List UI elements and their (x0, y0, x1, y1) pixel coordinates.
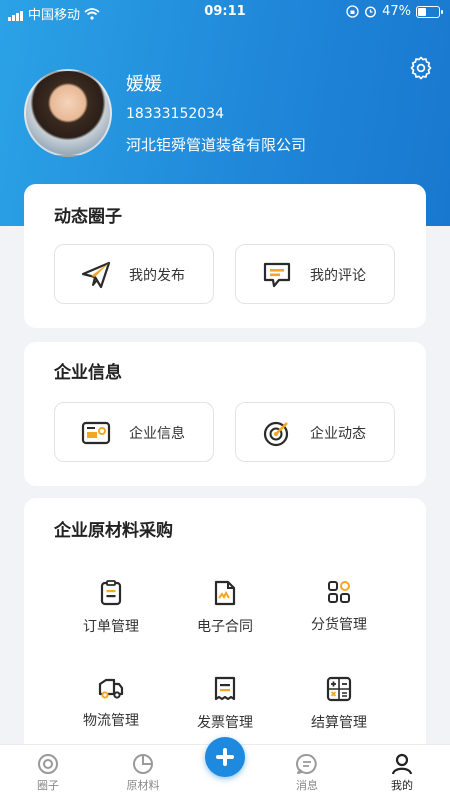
enterprise-card: 企业信息 企业信息 企业动态 (24, 342, 426, 486)
enterprise-news-label: 企业动态 (310, 426, 366, 442)
battery-percent: 47% (382, 4, 411, 19)
e-contract-label: 电子合同 (197, 619, 253, 635)
orientation-lock-icon (346, 5, 359, 18)
battery-icon (416, 5, 443, 18)
status-bar: 中国移动 09:11 47% (0, 0, 450, 24)
add-button[interactable] (205, 737, 245, 777)
user-company: 河北钜舜管道装备有限公司 (126, 136, 307, 154)
my-posts-label: 我的发布 (129, 268, 185, 284)
procurement-card: 企业原材料采购 订单管理 电子合同 分货管理 物流管理 发票管理 结算管理 (24, 498, 426, 758)
moments-card: 动态圈子 我的发布 我的评论 (24, 184, 426, 328)
enterprise-info-button[interactable]: 企业信息 (54, 402, 214, 462)
my-comments-label: 我的评论 (310, 268, 366, 284)
tab-circle[interactable]: 圈子 (8, 753, 88, 793)
circle-tab-icon (38, 754, 58, 774)
order-management-label: 订单管理 (83, 619, 139, 635)
tab-circle-label: 圈子 (37, 779, 59, 792)
order-management-item[interactable]: 订单管理 (51, 580, 171, 636)
truck-icon (98, 678, 124, 699)
user-phone: 18333152034 (126, 106, 224, 122)
enterprise-title: 企业信息 (54, 363, 122, 383)
my-posts-button[interactable]: 我的发布 (54, 244, 214, 304)
moments-title: 动态圈子 (54, 207, 122, 227)
tab-materials-label: 原材料 (126, 779, 160, 792)
avatar[interactable] (24, 69, 112, 157)
logistics-management-item[interactable]: 物流管理 (51, 676, 171, 730)
radar-icon (263, 421, 289, 447)
my-comments-button[interactable]: 我的评论 (235, 244, 395, 304)
enterprise-info-label: 企业信息 (129, 426, 185, 442)
invoice-management-item[interactable]: 发票管理 (165, 676, 285, 732)
tab-messages-label: 消息 (296, 779, 318, 792)
enterprise-news-button[interactable]: 企业动态 (235, 402, 395, 462)
invoice-management-label: 发票管理 (197, 715, 253, 731)
settlement-management-item[interactable]: 结算管理 (279, 676, 399, 732)
paper-plane-icon (81, 261, 111, 289)
pie-tab-icon (133, 754, 153, 774)
procurement-title: 企业原材料采购 (54, 521, 173, 541)
gear-icon[interactable] (409, 56, 433, 80)
distribution-management-label: 分货管理 (311, 617, 367, 633)
tab-materials[interactable]: 原材料 (103, 753, 183, 793)
message-tab-icon (296, 753, 317, 774)
alarm-icon (365, 6, 377, 18)
calculator-icon (326, 676, 352, 702)
tab-messages[interactable]: 消息 (267, 753, 347, 793)
comment-icon (263, 262, 291, 288)
contract-icon (214, 580, 236, 606)
distribution-management-item[interactable]: 分货管理 (279, 580, 399, 634)
clipboard-icon (100, 580, 122, 606)
logistics-management-label: 物流管理 (83, 713, 139, 729)
tab-mine-label: 我的 (391, 779, 413, 792)
id-card-icon (81, 421, 111, 445)
receipt-icon (214, 676, 236, 701)
user-name: 媛媛 (126, 74, 162, 95)
user-tab-icon (391, 753, 413, 775)
tab-mine[interactable]: 我的 (362, 753, 442, 793)
e-contract-item[interactable]: 电子合同 (165, 580, 285, 636)
grid-icon (328, 581, 350, 603)
settlement-management-label: 结算管理 (311, 715, 367, 731)
